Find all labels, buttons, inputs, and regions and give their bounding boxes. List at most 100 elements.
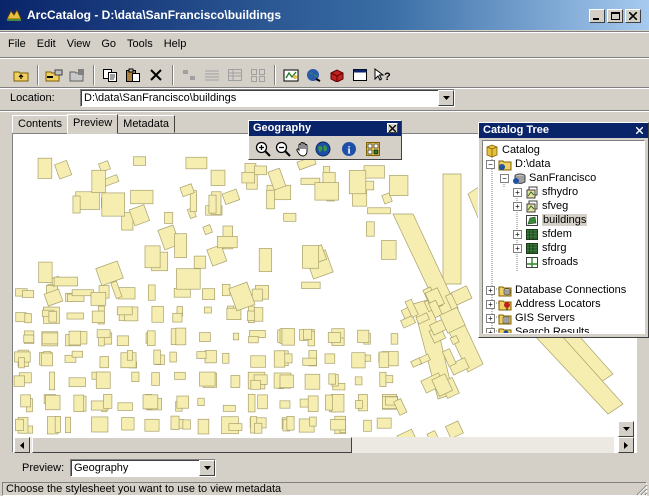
building-footprint xyxy=(116,335,129,347)
search-button[interactable] xyxy=(303,65,324,85)
catalog-tree: Catalog − D:\data − SanFrancisco + sfhyd… xyxy=(482,140,645,334)
tree-node-sfveg[interactable]: + sfveg xyxy=(513,199,568,213)
arctoolbox-button[interactable] xyxy=(326,65,347,85)
menu-edit[interactable]: Edit xyxy=(31,36,61,54)
building-footprint xyxy=(66,312,84,320)
expand-icon[interactable]: + xyxy=(486,313,495,323)
menu-view[interactable]: View xyxy=(61,36,96,54)
menu-file[interactable]: File xyxy=(2,36,31,54)
tree-node-sanfrancisco[interactable]: − SanFrancisco xyxy=(500,171,596,185)
location-input[interactable]: D:\data\SanFrancisco\buildings xyxy=(80,89,455,107)
gis-servers-icon xyxy=(498,314,512,324)
building-footprint xyxy=(91,169,106,193)
minimize-button[interactable] xyxy=(589,9,605,23)
building-footprint xyxy=(144,245,161,269)
scroll-right-button[interactable] xyxy=(618,437,634,453)
details-view-button[interactable] xyxy=(224,65,245,85)
chevron-down-icon xyxy=(203,466,211,470)
launch-arcmap-button[interactable] xyxy=(280,65,301,85)
collapse-icon[interactable]: − xyxy=(500,173,509,183)
building-footprint xyxy=(309,416,317,427)
preview-dropdown-button[interactable] xyxy=(199,460,215,476)
connect-folder-button[interactable] xyxy=(43,65,64,85)
scroll-left-button[interactable] xyxy=(14,437,30,453)
location-dropdown-button[interactable] xyxy=(438,90,454,106)
tree-node-sfdem[interactable]: + sfdem xyxy=(513,227,572,241)
identify-button[interactable]: i xyxy=(339,139,358,158)
building-footprint xyxy=(164,212,174,224)
zoom-in-button[interactable] xyxy=(253,139,272,158)
map-scroll-down-button[interactable] xyxy=(618,421,634,437)
paste-button[interactable] xyxy=(122,65,143,85)
tab-metadata[interactable]: Metadata xyxy=(117,115,176,133)
expand-icon[interactable]: + xyxy=(486,285,495,295)
whats-this-button[interactable]: ? xyxy=(372,65,393,85)
close-button[interactable] xyxy=(625,9,641,23)
catalog-tree-close-button[interactable] xyxy=(634,125,645,135)
disconnect-folder-button[interactable] xyxy=(66,65,87,85)
tree-node-buildings[interactable]: buildings xyxy=(525,213,588,227)
menu-tools[interactable]: Tools xyxy=(121,36,158,54)
building-footprint xyxy=(54,416,61,433)
building-footprint xyxy=(116,306,133,316)
building-footprint xyxy=(251,288,263,302)
tab-contents[interactable]: Contents xyxy=(12,115,69,133)
building-footprint xyxy=(174,233,187,258)
menu-go[interactable]: Go xyxy=(95,36,121,54)
building-footprint xyxy=(91,310,105,324)
menu-bar: File Edit View Go Tools Help xyxy=(2,36,191,54)
tree-node-gis-servers[interactable]: + GIS Servers xyxy=(486,311,575,325)
tab-preview[interactable]: Preview xyxy=(67,114,119,134)
map-horizontal-scrollbar[interactable] xyxy=(14,437,614,453)
delete-button[interactable] xyxy=(145,65,166,85)
building-footprint xyxy=(73,394,84,412)
expand-icon[interactable]: + xyxy=(486,299,495,309)
large-icons-button[interactable] xyxy=(178,65,199,85)
building-footprint xyxy=(22,290,35,298)
building-footprint xyxy=(366,221,375,237)
tree-node-sfdrg[interactable]: + sfdrg xyxy=(513,241,566,255)
tree-node-address-locators[interactable]: + Address Locators xyxy=(486,297,601,311)
maximize-button[interactable] xyxy=(607,9,623,23)
building-footprint xyxy=(376,417,392,429)
size-grip[interactable] xyxy=(634,482,648,496)
building-footprint xyxy=(301,281,321,289)
collapse-icon[interactable]: − xyxy=(486,159,495,169)
tree-node-d-data[interactable]: − D:\data xyxy=(486,157,550,171)
copy-button[interactable] xyxy=(99,65,120,85)
geography-toolbar-close-button[interactable] xyxy=(387,123,398,133)
building-footprint xyxy=(355,400,363,409)
preview-type-select[interactable]: Geography xyxy=(70,459,216,477)
list-view-button[interactable] xyxy=(201,65,222,85)
expand-icon[interactable]: + xyxy=(513,187,522,197)
geography-toolbar-title[interactable]: Geography xyxy=(249,121,401,136)
building-footprint xyxy=(65,416,71,434)
building-footprint xyxy=(410,357,423,368)
full-extent-button[interactable] xyxy=(313,139,332,158)
building-footprint xyxy=(307,395,319,412)
up-one-level-button[interactable] xyxy=(10,65,31,85)
building-footprint xyxy=(363,165,385,179)
pan-button[interactable] xyxy=(293,139,312,158)
thumbnails-view-button[interactable] xyxy=(247,65,268,85)
expand-icon[interactable]: + xyxy=(513,201,522,211)
scroll-thumb[interactable] xyxy=(32,437,352,453)
building-footprint xyxy=(197,397,205,406)
tree-node-database-connections[interactable]: + Database Connections xyxy=(486,283,626,297)
building-footprint xyxy=(185,156,208,170)
expand-icon[interactable]: + xyxy=(513,229,522,239)
tree-node-sfroads[interactable]: sfroads xyxy=(525,255,578,269)
building-footprint xyxy=(53,276,78,287)
tree-node-sfhydro[interactable]: + sfhydro xyxy=(513,185,578,199)
zoom-out-button[interactable] xyxy=(273,139,292,158)
catalog-tree-title[interactable]: Catalog Tree xyxy=(479,123,648,138)
expand-icon[interactable]: + xyxy=(513,243,522,253)
command-line-button[interactable] xyxy=(349,65,370,85)
menu-help[interactable]: Help xyxy=(158,36,192,54)
tree-node-catalog[interactable]: Catalog xyxy=(485,143,540,157)
create-thumbnail-button[interactable] xyxy=(363,139,382,158)
building-footprint xyxy=(325,394,333,411)
tree-node-search-results[interactable]: + Search Results xyxy=(486,325,590,333)
expand-icon[interactable]: + xyxy=(486,327,495,333)
building-footprint xyxy=(247,310,256,322)
